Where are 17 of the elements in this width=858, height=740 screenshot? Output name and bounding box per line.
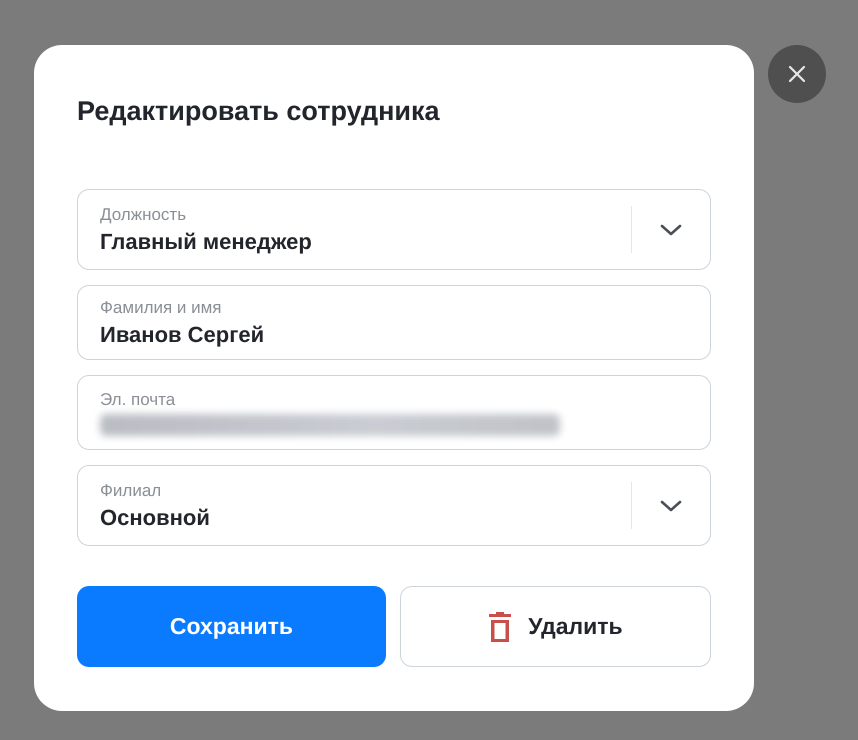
field-value: Иванов Сергей [100, 322, 266, 348]
field-label: Эл. почта [100, 390, 176, 410]
dialog-title: Редактировать сотрудника [77, 95, 441, 128]
chevron-down-icon [660, 224, 682, 236]
field-value: Главный менеджер [100, 228, 313, 254]
chevron-down-icon [660, 500, 682, 512]
field-label: Фамилия и имя [100, 298, 223, 318]
input-field[interactable]: Фамилия и имя Иванов Сергей [77, 285, 711, 360]
delete-button[interactable]: Удалить [400, 586, 711, 667]
field-label: Должность [100, 204, 188, 224]
trash-icon [488, 610, 512, 642]
dropdown-field[interactable]: Филиал Основной [77, 465, 711, 546]
field-label: Филиал [100, 480, 162, 500]
field-value: Основной [100, 504, 211, 530]
close-icon [788, 65, 806, 83]
save-button[interactable]: Сохранить [77, 586, 386, 667]
dropdown-field[interactable]: Должность Главный менеджер [77, 189, 711, 270]
